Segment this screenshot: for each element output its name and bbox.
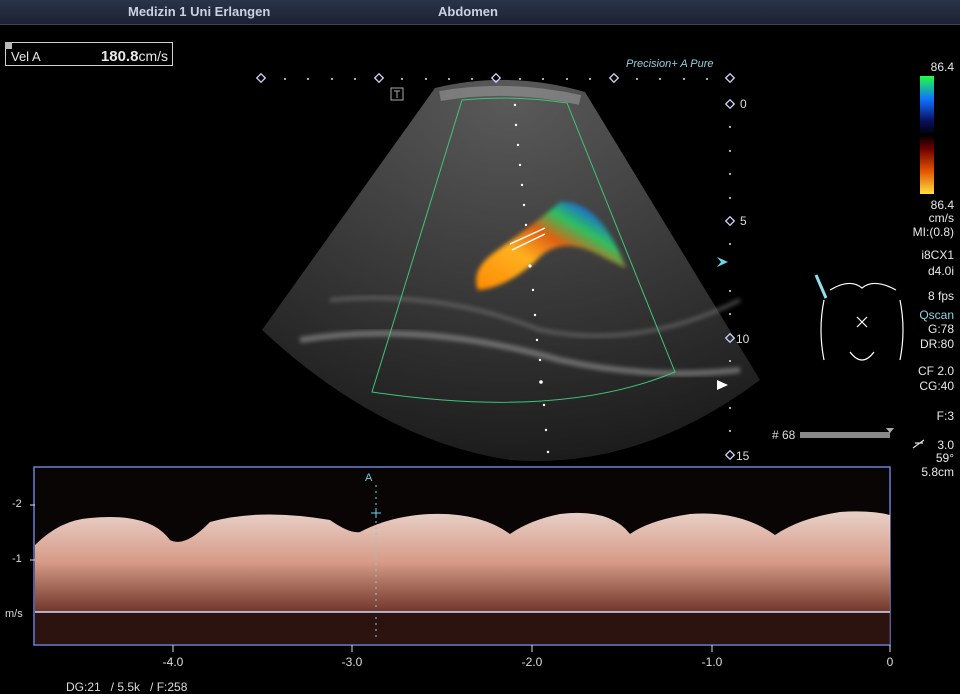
setting-sv: 3.0	[937, 438, 954, 452]
ultrasound-image	[30, 72, 934, 652]
x-tick-label: -1.0	[701, 655, 723, 669]
cine-bar[interactable]	[800, 432, 890, 438]
x-tick-label: -2.0	[521, 655, 543, 669]
setting-depth: 5.8cm	[921, 465, 954, 479]
x-tick-label: -4.0	[162, 655, 184, 669]
doppler-params: DG:21 / 5.5k / F:258	[66, 680, 188, 694]
x-tick-label: -3.0	[341, 655, 363, 669]
body-marker-icon	[820, 282, 904, 361]
focus-marker-icon	[717, 257, 728, 267]
cine-pointer-icon	[886, 428, 894, 433]
setting-f: F:3	[936, 409, 954, 423]
cursor-label: A	[365, 472, 373, 484]
setting-cg: CG:40	[919, 379, 954, 393]
depth-label: 5	[740, 214, 747, 228]
setting-qscan: Qscan	[919, 308, 954, 322]
angle-correct-icon	[912, 439, 925, 449]
setting-dr: DR:80	[919, 337, 954, 351]
setting-gain: G:78	[927, 322, 954, 336]
depth-label: 15	[736, 449, 750, 463]
frame-number: # 68	[772, 428, 796, 442]
depth-label: 0	[740, 97, 747, 111]
y-tick-label: -2	[12, 498, 22, 510]
setting-mi: MI:(0.8)	[912, 225, 954, 239]
setting-freq: d4.0i	[927, 264, 954, 278]
color-scale-top: 86.4	[930, 60, 954, 74]
color-scale-unit: cm/s	[928, 211, 954, 225]
lateral-ruler	[255, 72, 736, 84]
y-tick-label: -1	[12, 553, 22, 565]
depth-label: 10	[736, 332, 750, 346]
x-tick-label: 0	[886, 655, 894, 669]
color-scale-bottom: 86.4	[930, 198, 954, 212]
setting-cf: CF 2.0	[917, 364, 954, 378]
probe-position-icon	[814, 274, 828, 299]
y-unit-label: m/s	[5, 608, 23, 620]
setting-probe: i8CX1	[921, 248, 954, 262]
setting-angle: 59°	[935, 451, 954, 465]
setting-fps: 8 fps	[927, 289, 954, 303]
